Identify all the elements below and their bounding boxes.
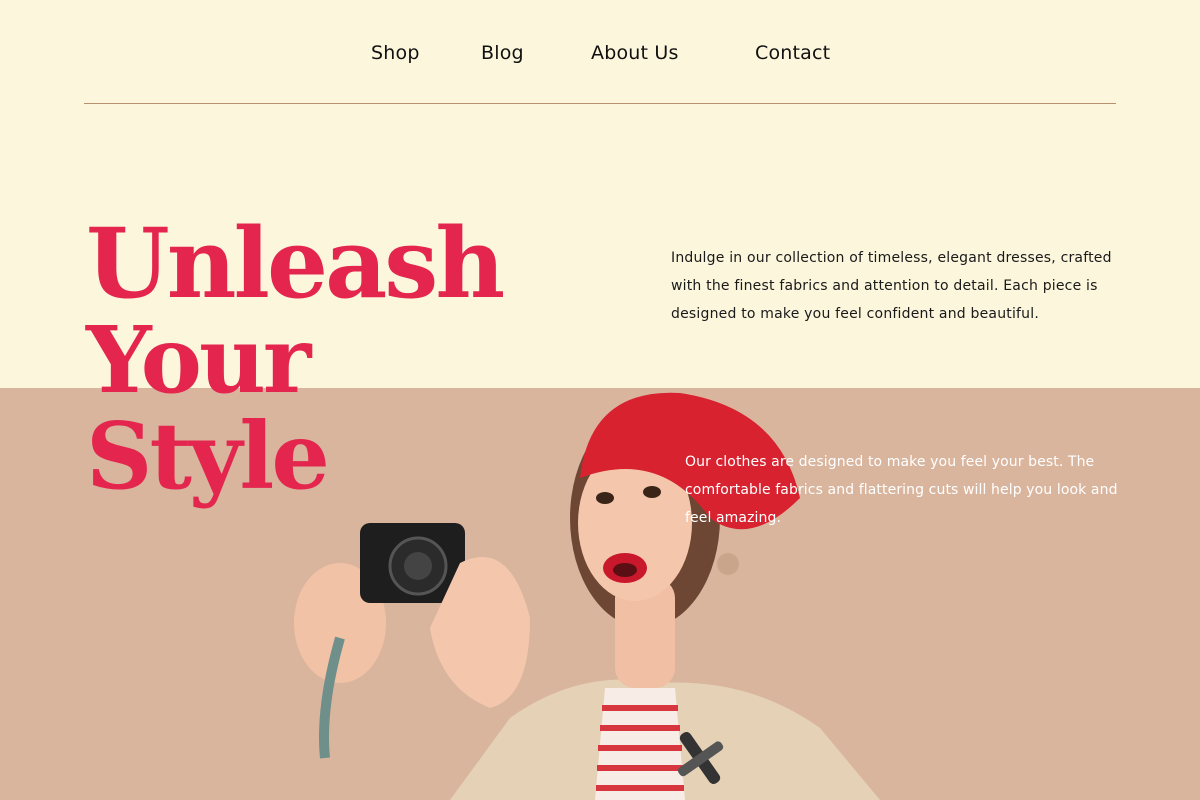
main-nav: Shop Blog About Us Contact [0, 42, 1200, 68]
hero-intro-text: Indulge in our collection of timeless, e… [671, 250, 1112, 322]
nav-blog[interactable]: Blog [481, 42, 524, 64]
headline-line-2: Your [86, 306, 311, 414]
shirt-shape [595, 688, 685, 800]
earring-shape [717, 553, 739, 575]
nav-contact[interactable]: Contact [755, 42, 830, 64]
hero-headline: Unleash Your Style [86, 207, 505, 510]
headline-line-1: Unleash [86, 207, 505, 320]
nav-about-us[interactable]: About Us [591, 42, 679, 64]
landing-page: Shop Blog About Us Contact Unleash Your … [0, 0, 1200, 800]
nav-divider [84, 103, 1116, 104]
headline-line-3: Style [86, 402, 330, 510]
hero-secondary-text: Our clothes are designed to make you fee… [685, 454, 1118, 526]
nav-shop[interactable]: Shop [371, 42, 420, 64]
